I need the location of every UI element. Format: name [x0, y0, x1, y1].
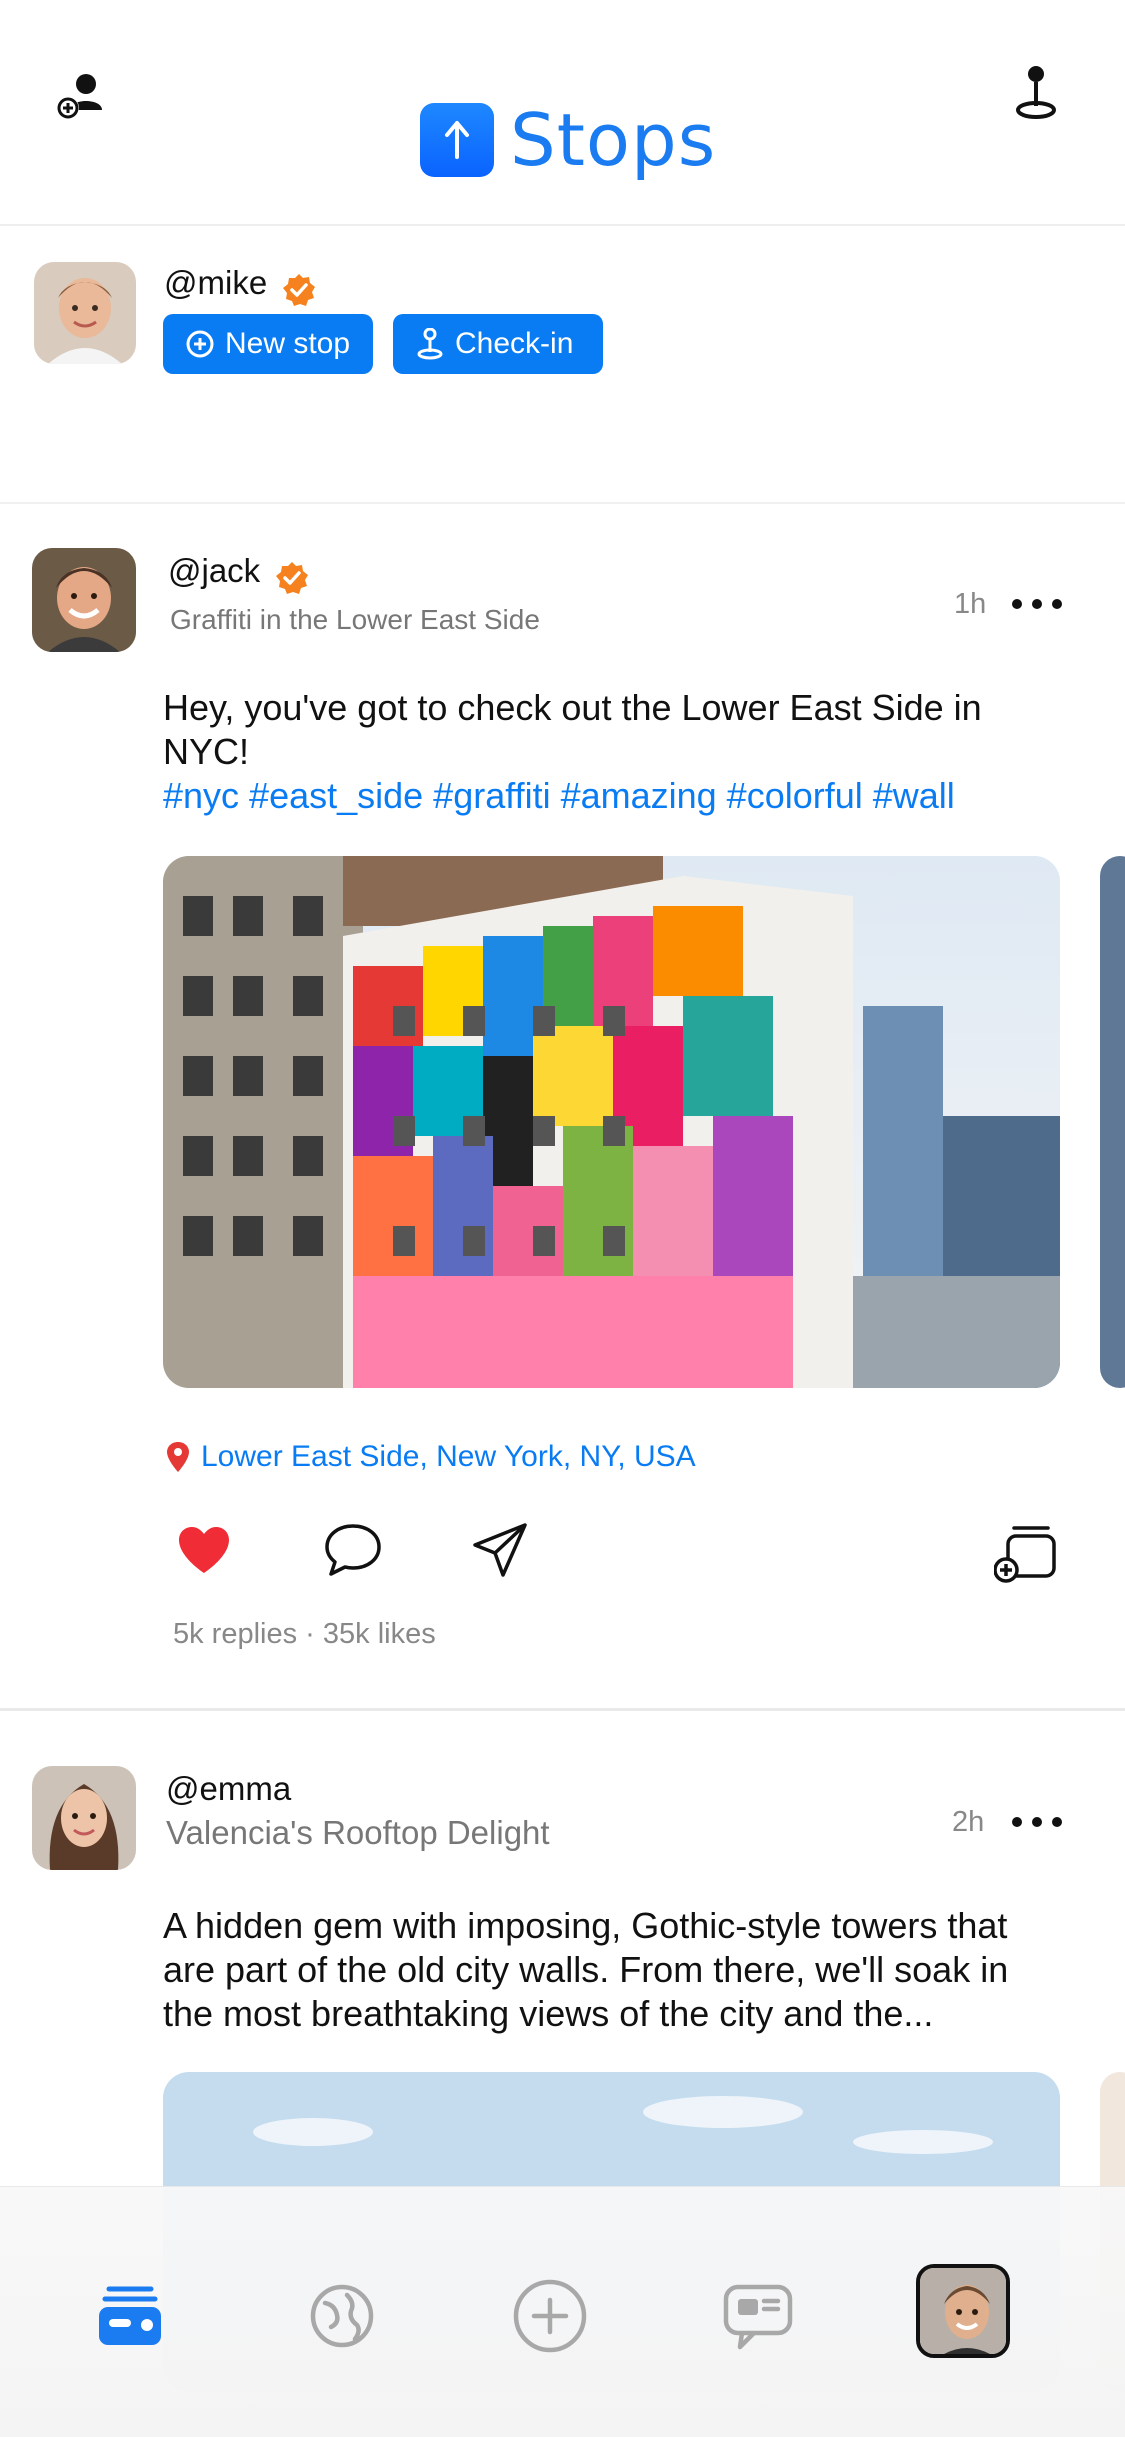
post-text: Hey, you've got to check out the Lower E… [163, 687, 982, 772]
post-hashtags[interactable]: #nyc #east_side #graffiti #amazing #colo… [163, 775, 955, 816]
add-to-collection-icon[interactable] [994, 1520, 1060, 1584]
feed-icon[interactable] [90, 2276, 170, 2356]
avatar[interactable] [34, 262, 136, 364]
add-user-icon[interactable] [50, 64, 114, 128]
post-user: @emma [166, 1770, 291, 1808]
post-user: @jack [168, 552, 309, 595]
new-stop-label: New stop [225, 327, 351, 360]
more-options-icon[interactable] [1012, 1812, 1062, 1832]
like-icon[interactable] [174, 1520, 234, 1580]
new-stop-button[interactable]: New stop [163, 314, 373, 374]
app-header: Stops [0, 0, 1125, 226]
post-body: Hey, you've got to check out the Lower E… [163, 686, 1043, 818]
profile-avatar[interactable] [916, 2264, 1010, 2358]
pin-icon [417, 328, 443, 360]
globe-icon[interactable] [302, 2276, 382, 2356]
check-in-pin-icon[interactable] [1004, 60, 1068, 124]
post-body: A hidden gem with imposing, Gothic-style… [163, 1904, 1063, 2036]
share-icon[interactable] [470, 1520, 530, 1580]
post-image[interactable] [163, 856, 1060, 1388]
divider [0, 1708, 1125, 1711]
username[interactable]: @jack [168, 552, 260, 589]
post-stats: 5k replies · 35k likes [173, 1618, 436, 1650]
check-in-button[interactable]: Check-in [393, 314, 603, 374]
post-text-line: are part of the old city walls. From the… [163, 1949, 1009, 1990]
messages-icon[interactable] [718, 2276, 798, 2356]
post-time: 1h [954, 588, 987, 620]
plus-circle-icon [186, 330, 214, 358]
post-text-line: the most breathtaking views of the city … [163, 1993, 934, 2034]
username[interactable]: @emma [166, 1770, 291, 1807]
avatar[interactable] [32, 548, 136, 652]
app-brand[interactable]: Stops [420, 98, 717, 182]
composer-user: @mike [164, 264, 316, 307]
post-title: Valencia's Rooftop Delight [166, 1814, 550, 1851]
next-image-peek[interactable] [1100, 856, 1125, 1388]
verified-badge-icon [275, 561, 308, 594]
post-title: Graffiti in the Lower East Side [170, 604, 540, 635]
stops-logo-icon [420, 103, 494, 177]
post-location[interactable]: Lower East Side, New York, NY, USA [163, 1440, 696, 1474]
add-icon[interactable] [510, 2276, 590, 2356]
location-text: Lower East Side, New York, NY, USA [201, 1440, 696, 1473]
avatar[interactable] [32, 1766, 136, 1870]
composer: @mike New stop Check-in [0, 226, 1125, 504]
post-text-line: A hidden gem with imposing, Gothic-style… [163, 1905, 1008, 1946]
post-time: 2h [952, 1806, 985, 1838]
location-pin-icon [167, 1442, 189, 1472]
verified-badge-icon [282, 273, 315, 306]
username[interactable]: @mike [164, 264, 267, 301]
more-options-icon[interactable] [1012, 594, 1062, 614]
reply-icon[interactable] [322, 1520, 384, 1580]
check-in-label: Check-in [455, 327, 574, 360]
app-title: Stops [510, 98, 717, 182]
